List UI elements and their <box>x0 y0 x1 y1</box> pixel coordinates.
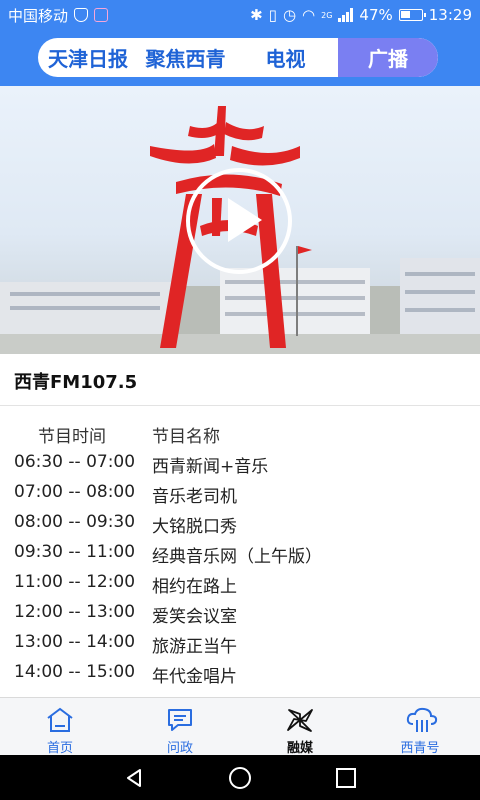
play-button[interactable] <box>186 168 292 274</box>
network-type-label: 2G <box>321 10 333 20</box>
program-name: 西青新闻+音乐 <box>152 457 269 477</box>
home-icon <box>47 707 73 732</box>
nav-inquiry[interactable]: 问政 <box>140 704 220 756</box>
channel-tabs: 天津日报 聚焦西青 电视 广播 <box>38 38 438 77</box>
schedule-row[interactable]: 09:30 -- 11:00 经典音乐网（上午版） <box>0 542 480 572</box>
nav-xiqing-account[interactable]: 西青号 <box>380 704 460 756</box>
video-player[interactable] <box>0 86 480 354</box>
alarm-icon: ◷ <box>282 6 297 24</box>
cloud-icon <box>406 707 438 732</box>
battery-level-fill <box>400 11 410 18</box>
program-name: 相约在路上 <box>152 577 237 597</box>
carrier-label: 中国移动 <box>8 6 69 25</box>
chat-icon <box>168 709 192 731</box>
schedule-row[interactable]: 07:00 -- 08:00 音乐老司机 <box>0 482 480 512</box>
system-nav-bar <box>0 755 480 800</box>
pinwheel-icon <box>287 709 313 732</box>
status-bar: 中国移动 ✱ ▯ ◷ ◠ 2G 47% 13:29 <box>0 0 480 30</box>
schedule-row[interactable]: 11:00 -- 12:00 相约在路上 <box>0 572 480 602</box>
shield-icon <box>74 8 89 22</box>
back-icon[interactable] <box>122 766 146 790</box>
clock: 13:29 <box>428 6 472 24</box>
schedule-row[interactable]: 12:00 -- 13:00 爱笑会议室 <box>0 602 480 632</box>
tab-radio[interactable]: 广播 <box>338 38 438 77</box>
program-time: 11:00 -- 12:00 <box>14 572 136 592</box>
program-time: 07:00 -- 08:00 <box>14 482 136 502</box>
recents-icon[interactable] <box>334 766 358 790</box>
schedule-header-time: 节目时间 <box>38 427 106 447</box>
schedule-row[interactable]: 14:00 -- 15:00 年代金唱片 <box>0 662 480 692</box>
nav-media[interactable]: 融媒 <box>260 704 340 756</box>
nav-media-label: 融媒 <box>286 741 313 756</box>
nav-home-label: 首页 <box>46 741 73 756</box>
battery-icon <box>398 9 426 21</box>
schedule-row[interactable]: 06:30 -- 07:00 西青新闻+音乐 <box>0 452 480 482</box>
program-time: 06:30 -- 07:00 <box>14 452 136 472</box>
tab-focus-xiqing[interactable]: 聚焦西青 <box>138 38 233 77</box>
tab-tianjin-daily[interactable]: 天津日报 <box>38 38 138 77</box>
program-time: 13:00 -- 14:00 <box>14 632 136 652</box>
nav-inquiry-label: 问政 <box>166 741 193 756</box>
station-title: 西青FM107.5 <box>14 372 138 393</box>
tab-tv[interactable]: 电视 <box>233 38 338 77</box>
program-name: 年代金唱片 <box>152 667 237 687</box>
program-name: 大铭脱口秀 <box>152 517 237 537</box>
program-name: 爱笑会议室 <box>152 607 237 627</box>
program-time: 12:00 -- 13:00 <box>14 602 136 622</box>
bottom-nav: 首页 问政 融媒 西青号 <box>0 697 480 756</box>
program-name: 音乐老司机 <box>152 487 237 507</box>
program-time: 09:30 -- 11:00 <box>14 542 136 562</box>
signal-icon <box>338 8 354 22</box>
schedule-header-name: 节目名称 <box>152 427 220 447</box>
schedule-row[interactable]: 13:00 -- 14:00 旅游正当午 <box>0 632 480 662</box>
program-name: 旅游正当午 <box>152 637 237 657</box>
wifi-icon: ◠ <box>302 6 316 24</box>
battery-percent: 47% <box>359 6 393 24</box>
header: 天津日报 聚焦西青 电视 广播 <box>0 30 480 86</box>
divider <box>0 405 480 406</box>
program-name: 经典音乐网（上午版） <box>152 547 322 567</box>
home-circle-icon[interactable] <box>228 766 252 790</box>
program-time: 08:00 -- 09:30 <box>14 512 136 532</box>
schedule-row[interactable]: 08:00 -- 09:30 大铭脱口秀 <box>0 512 480 542</box>
vibrate-icon: ▯ <box>268 6 277 24</box>
program-time: 14:00 -- 15:00 <box>14 662 136 682</box>
notification-icon <box>94 8 109 22</box>
bluetooth-icon: ✱ <box>250 6 263 24</box>
nav-home[interactable]: 首页 <box>20 704 100 756</box>
nav-xiqing-account-label: 西青号 <box>400 741 440 756</box>
